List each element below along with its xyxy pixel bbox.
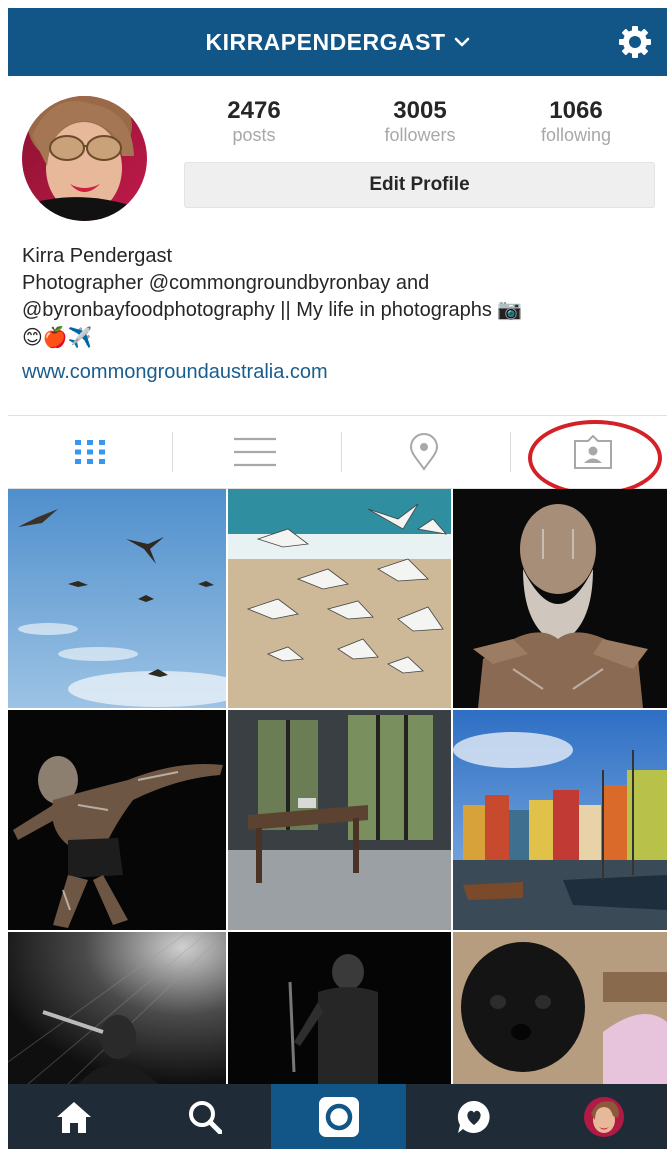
bio-line-3: 😊🍎✈️ (22, 327, 93, 349)
photo-performer-dark (228, 932, 451, 1084)
followers-count: 3005 (393, 97, 447, 124)
photo-tile[interactable] (8, 489, 226, 708)
following-label: following (540, 125, 612, 145)
website-link[interactable]: www.commongroundaustralia.com (22, 358, 652, 386)
search-icon (189, 1100, 222, 1134)
tab-list[interactable] (173, 416, 337, 488)
tab-map[interactable] (342, 416, 506, 488)
profile-stats: 2476 posts 3005 followers 1066 following (184, 98, 654, 150)
app-screen: KIRRAPENDERGAST 2476 posts 3005 follower… (8, 0, 667, 1149)
photo-seagulls-beach (228, 489, 451, 708)
grid-icon (75, 440, 105, 464)
profile-bio: Kirra Pendergast Photographer @commongro… (22, 242, 652, 386)
photo-tile[interactable] (228, 710, 451, 930)
nav-home[interactable] (8, 1084, 139, 1149)
activity-icon (457, 1100, 490, 1133)
photo-tile[interactable] (453, 489, 667, 708)
nav-search[interactable] (139, 1084, 271, 1149)
followers-stat[interactable]: 3005 followers (350, 98, 490, 146)
nav-camera[interactable] (271, 1084, 406, 1149)
profile-avatar[interactable] (22, 96, 147, 221)
photo-tile[interactable] (228, 932, 451, 1084)
posts-label: posts (232, 125, 276, 145)
photo-tile[interactable] (8, 710, 226, 930)
edit-profile-button[interactable]: Edit Profile (184, 162, 655, 208)
bio-line-2: @byronbayfoodphotography || My life in p… (22, 299, 523, 321)
photo-painted-dancer (8, 710, 226, 930)
photo-birds-sky (8, 489, 226, 708)
photo-tile[interactable] (453, 932, 667, 1084)
chevron-down-icon (454, 37, 469, 47)
following-count: 1066 (549, 97, 603, 124)
bio-line-1: Photographer @commongroundbyronbay and (22, 272, 430, 294)
gear-icon[interactable] (617, 24, 653, 60)
following-stat[interactable]: 1066 following (506, 98, 646, 146)
home-icon (56, 1101, 91, 1133)
tab-tagged-photos[interactable] (511, 416, 667, 488)
profile-avatar-icon (584, 1096, 624, 1137)
nav-profile[interactable] (541, 1084, 667, 1149)
location-pin-icon (409, 433, 439, 471)
top-bar: KIRRAPENDERGAST (8, 8, 667, 76)
username-switcher[interactable]: KIRRAPENDERGAST (8, 8, 667, 76)
posts-stat[interactable]: 2476 posts (184, 98, 324, 146)
tab-grid[interactable] (8, 416, 172, 488)
photo-elder-portrait (453, 489, 667, 708)
list-icon (234, 437, 276, 467)
photo-singer-stage (8, 932, 226, 1084)
tagged-photos-icon (574, 435, 612, 469)
photo-tile[interactable] (8, 932, 226, 1084)
photo-tile[interactable] (228, 489, 451, 708)
posts-count: 2476 (227, 97, 281, 124)
photo-tile[interactable] (453, 710, 667, 930)
username-title: KIRRAPENDERGAST (205, 28, 446, 55)
profile-name: Kirra Pendergast (22, 245, 173, 267)
camera-icon (318, 1096, 359, 1137)
nav-activity[interactable] (406, 1084, 541, 1149)
photo-harbour (453, 710, 667, 930)
profile-view-tabs (8, 415, 667, 489)
followers-label: followers (384, 125, 456, 145)
photo-black-dog (453, 932, 667, 1084)
photo-empty-room (228, 710, 451, 930)
bottom-navigation (8, 1084, 667, 1149)
